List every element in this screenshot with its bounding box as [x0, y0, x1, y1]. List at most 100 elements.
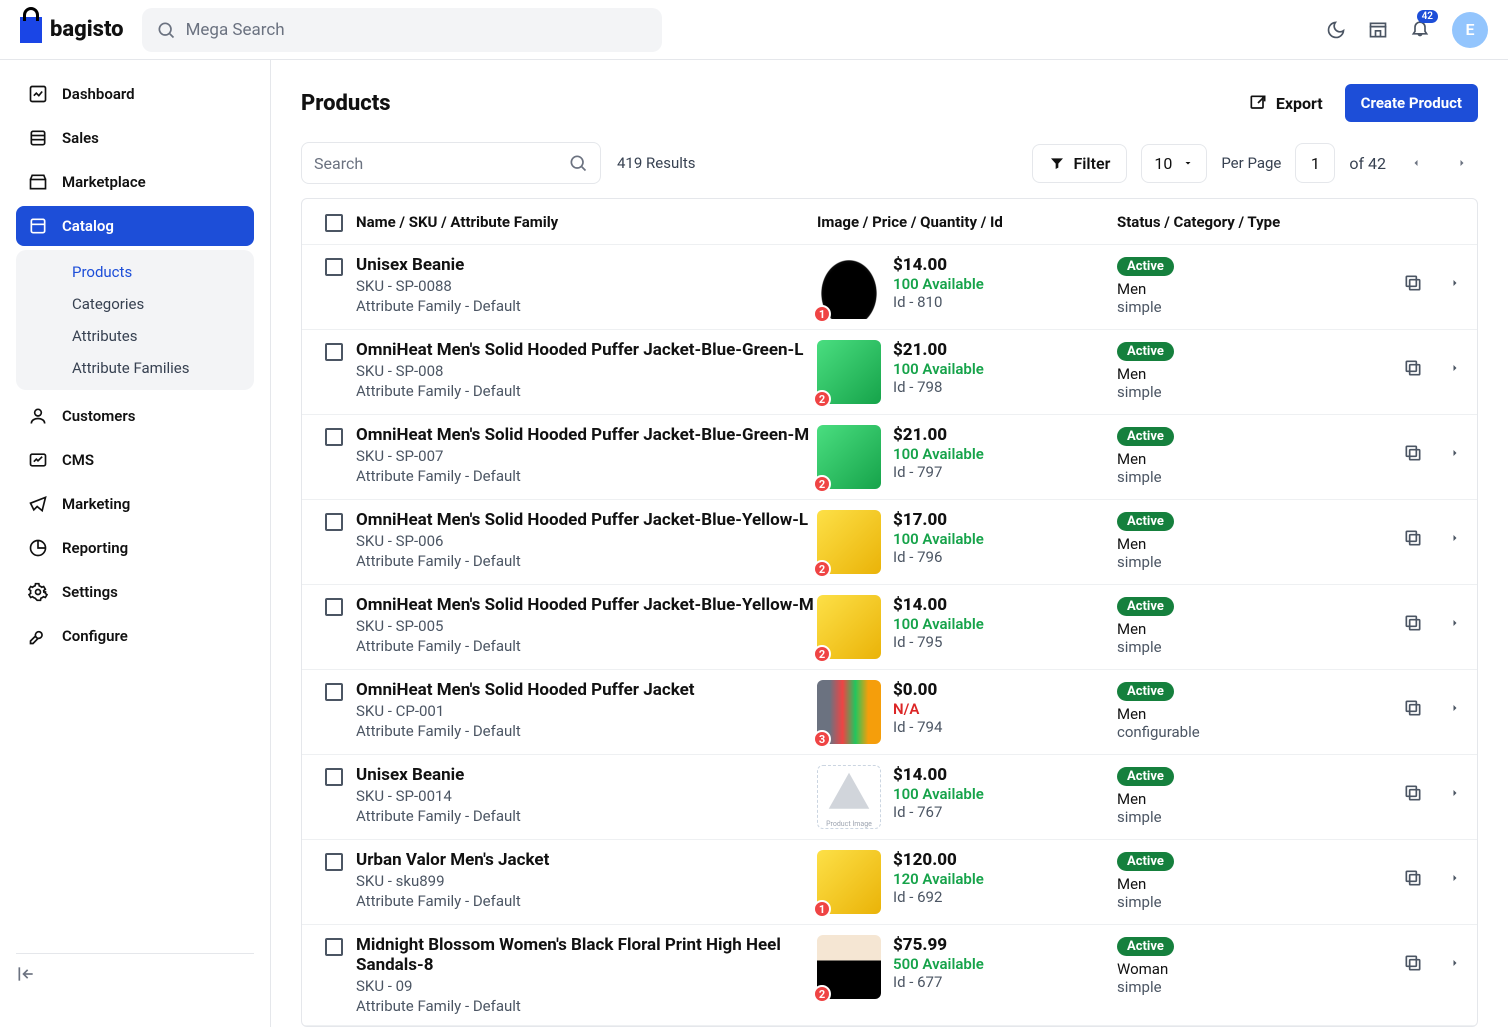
collapse-sidebar-button[interactable]	[16, 953, 254, 988]
chevron-right-icon[interactable]	[1449, 617, 1461, 629]
chevron-right-icon[interactable]	[1449, 532, 1461, 544]
mega-search-input[interactable]: Mega Search	[142, 8, 662, 52]
sidebar-item-sales[interactable]: Sales	[16, 118, 254, 158]
chevron-right-icon[interactable]	[1449, 872, 1461, 884]
product-type: simple	[1117, 298, 1357, 316]
marketing-icon	[28, 494, 48, 514]
select-all-checkbox[interactable]	[325, 214, 343, 232]
copy-icon[interactable]	[1403, 783, 1423, 803]
product-name: OmniHeat Men's Solid Hooded Puffer Jacke…	[356, 595, 817, 615]
header-image[interactable]: Image / Price / Quantity / Id	[817, 213, 1117, 231]
row-checkbox[interactable]	[325, 258, 343, 276]
product-sku: SKU - SP-006	[356, 532, 817, 550]
filter-button[interactable]: Filter	[1032, 144, 1127, 183]
product-thumbnail: 3	[817, 680, 881, 744]
product-id: Id - 797	[893, 463, 984, 481]
sidebar-item-reporting[interactable]: Reporting	[16, 528, 254, 568]
sidebar-item-settings[interactable]: Settings	[16, 572, 254, 612]
product-type: simple	[1117, 638, 1357, 656]
mega-search-placeholder: Mega Search	[186, 20, 285, 40]
next-page-button[interactable]	[1446, 148, 1478, 179]
row-checkbox[interactable]	[325, 938, 343, 956]
product-price: $120.00	[893, 850, 984, 870]
subnav-categories[interactable]: Categories	[16, 288, 254, 320]
sidebar-item-catalog[interactable]: Catalog	[16, 206, 254, 246]
sidebar-item-dashboard[interactable]: Dashboard	[16, 74, 254, 114]
row-checkbox[interactable]	[325, 598, 343, 616]
product-thumbnail: 2	[817, 425, 881, 489]
product-availability: N/A	[893, 700, 942, 718]
page-number-input[interactable]: 1	[1295, 143, 1335, 183]
chevron-left-icon	[1410, 157, 1422, 169]
product-type: simple	[1117, 383, 1357, 401]
product-category: Men	[1117, 450, 1357, 468]
product-availability: 500 Available	[893, 955, 984, 973]
copy-icon[interactable]	[1403, 953, 1423, 973]
chevron-right-icon[interactable]	[1449, 447, 1461, 459]
notifications-button[interactable]: 42	[1410, 18, 1430, 42]
sidebar-item-marketplace[interactable]: Marketplace	[16, 162, 254, 202]
sidebar-item-customers[interactable]: Customers	[16, 396, 254, 436]
sidebar-item-marketing[interactable]: Marketing	[16, 484, 254, 524]
user-avatar[interactable]: E	[1452, 12, 1488, 48]
filter-icon	[1049, 155, 1065, 171]
copy-icon[interactable]	[1403, 698, 1423, 718]
chevron-right-icon[interactable]	[1449, 957, 1461, 969]
configure-icon	[28, 626, 48, 646]
product-availability: 120 Available	[893, 870, 984, 888]
row-checkbox[interactable]	[325, 428, 343, 446]
per-page-select[interactable]: 10	[1141, 144, 1207, 183]
thumbnail-count-badge: 2	[813, 390, 831, 408]
copy-icon[interactable]	[1403, 443, 1423, 463]
sidebar-item-configure[interactable]: Configure	[16, 616, 254, 656]
products-table: Name / SKU / Attribute Family Image / Pr…	[301, 198, 1478, 1027]
table-search-input[interactable]: Search	[301, 142, 601, 184]
thumbnail-count-badge: 2	[813, 645, 831, 663]
table-row: OmniHeat Men's Solid Hooded Puffer Jacke…	[302, 330, 1477, 415]
row-checkbox[interactable]	[325, 768, 343, 786]
product-thumbnail: 2	[817, 340, 881, 404]
thumbnail-count-badge: 2	[813, 985, 831, 1003]
copy-icon[interactable]	[1403, 868, 1423, 888]
chevron-right-icon[interactable]	[1449, 277, 1461, 289]
copy-icon[interactable]	[1403, 273, 1423, 293]
subnav-attributes[interactable]: Attributes	[16, 320, 254, 352]
copy-icon[interactable]	[1403, 358, 1423, 378]
subnav-attribute-families[interactable]: Attribute Families	[16, 352, 254, 384]
row-checkbox[interactable]	[325, 853, 343, 871]
thumbnail-count-badge: 3	[813, 730, 831, 748]
subnav-products[interactable]: Products	[16, 256, 254, 288]
dark-mode-icon[interactable]	[1326, 20, 1346, 40]
product-availability: 100 Available	[893, 445, 984, 463]
export-button[interactable]: Export	[1248, 93, 1323, 113]
store-icon[interactable]	[1368, 20, 1388, 40]
header-name[interactable]: Name / SKU / Attribute Family	[356, 213, 817, 231]
product-price: $21.00	[893, 425, 984, 445]
page-total-label: of 42	[1349, 154, 1386, 173]
sidebar-item-cms[interactable]: CMS	[16, 440, 254, 480]
create-product-button[interactable]: Create Product	[1345, 84, 1478, 122]
copy-icon[interactable]	[1403, 528, 1423, 548]
copy-icon[interactable]	[1403, 613, 1423, 633]
search-icon	[156, 20, 176, 40]
header-status[interactable]: Status / Category / Type	[1117, 213, 1357, 231]
product-name: OmniHeat Men's Solid Hooded Puffer Jacke…	[356, 510, 817, 530]
chevron-right-icon[interactable]	[1449, 787, 1461, 799]
table-row: OmniHeat Men's Solid Hooded Puffer Jacke…	[302, 585, 1477, 670]
reporting-icon	[28, 538, 48, 558]
product-availability: 100 Available	[893, 360, 984, 378]
brand-logo[interactable]: bagisto	[20, 17, 124, 43]
row-checkbox[interactable]	[325, 683, 343, 701]
chevron-right-icon[interactable]	[1449, 362, 1461, 374]
row-checkbox[interactable]	[325, 513, 343, 531]
catalog-submenu: Products Categories Attributes Attribute…	[16, 250, 254, 390]
chevron-right-icon[interactable]	[1449, 702, 1461, 714]
prev-page-button[interactable]	[1400, 148, 1432, 179]
table-row: Urban Valor Men's Jacket SKU - sku899 At…	[302, 840, 1477, 925]
results-count: 419 Results	[617, 154, 696, 172]
dashboard-icon	[28, 84, 48, 104]
row-checkbox[interactable]	[325, 343, 343, 361]
product-availability: 100 Available	[893, 785, 984, 803]
product-category: Men	[1117, 365, 1357, 383]
product-sku: SKU - SP-005	[356, 617, 817, 635]
